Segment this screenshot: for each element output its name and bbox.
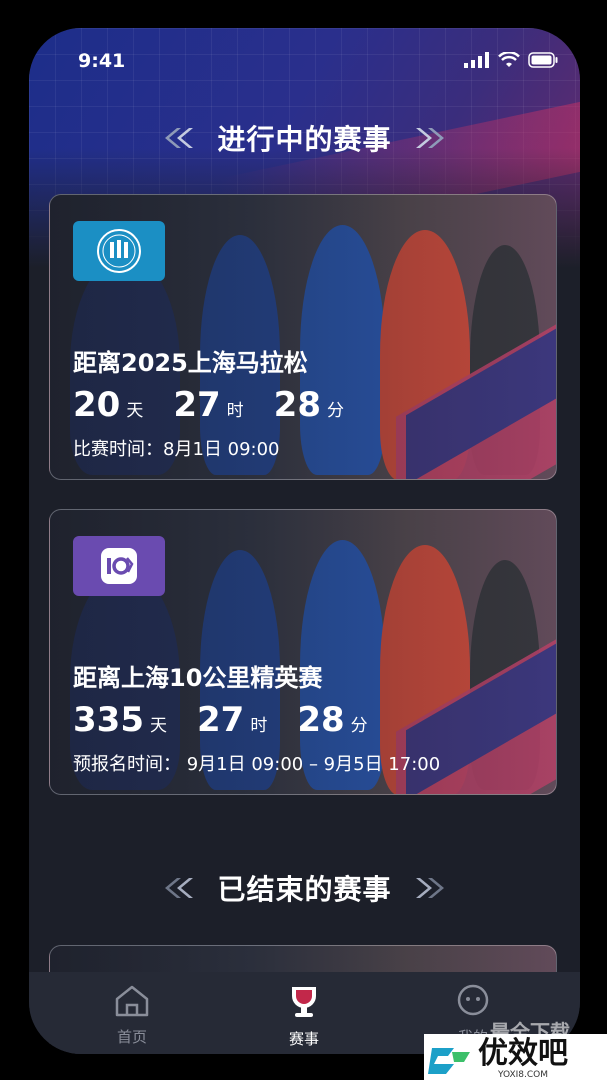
shanghai-marathon-logo: [73, 221, 165, 281]
ongoing-section-title: 进行中的赛事: [217, 123, 392, 156]
signal-icon: [464, 52, 489, 68]
shanghai-10k-logo: [73, 536, 165, 596]
watermark-text: 优效吧: [478, 1036, 568, 1071]
marathon-emblem-icon: [97, 229, 141, 273]
countdown-minutes-unit: 分: [350, 716, 368, 736]
trophy-icon: [292, 987, 316, 1017]
finished-section-header: 已结束的赛事: [29, 868, 580, 908]
watermark-sub: YOXI8.COM: [497, 1070, 549, 1080]
countdown-minutes-unit: 分: [326, 401, 344, 421]
double-chevron-right-icon: [415, 128, 444, 148]
phone-screen: 9:41 进行中的赛事 距离2025上海马拉松 20 天 27 时 28 分 比…: [29, 28, 580, 1054]
status-bar: 9:41: [29, 28, 580, 88]
countdown: 20 天 27 时 28 分: [73, 385, 374, 425]
countdown-days-unit: 天: [126, 401, 144, 421]
double-chevron-left-icon: [165, 878, 194, 898]
countdown-minutes: 28: [297, 700, 345, 740]
watermark: 优效吧 YOXI8.COM: [424, 1034, 607, 1080]
event-card-shanghai-marathon[interactable]: 距离2025上海马拉松 20 天 27 时 28 分 比赛时间：8月1日 09:…: [49, 194, 557, 480]
finished-section-title: 已结束的赛事: [217, 873, 392, 906]
event-card-shanghai-10k[interactable]: 距离上海10公里精英赛 335 天 27 时 28 分 预报名时间： 9月1日 …: [49, 509, 557, 795]
wifi-icon: [498, 52, 520, 67]
tab-home[interactable]: 首页: [87, 984, 177, 1047]
countdown-hours: 27: [173, 385, 221, 425]
countdown-days-unit: 天: [149, 716, 167, 736]
countdown-days: 335: [73, 700, 144, 740]
status-icons: [464, 52, 558, 68]
countdown: 335 天 27 时 28 分: [73, 700, 398, 740]
tab-events[interactable]: 赛事: [259, 984, 349, 1049]
double-chevron-left-icon: [165, 128, 194, 148]
countdown-days: 20: [73, 385, 121, 425]
card-title: 距离2025上海马拉松: [73, 349, 308, 377]
status-time: 9:41: [78, 50, 126, 72]
countdown-hours-unit: 时: [250, 716, 268, 736]
pre-registration-time: 预报名时间： 9月1日 09:00 – 9月5日 17:00: [73, 754, 441, 775]
tab-home-label: 首页: [116, 1028, 147, 1046]
10k-emblem-icon: [101, 548, 137, 584]
battery-icon: [528, 52, 558, 68]
event-time: 比赛时间：8月1日 09:00: [73, 439, 280, 460]
tab-events-label: 赛事: [288, 1030, 319, 1048]
double-chevron-right-icon: [415, 878, 444, 898]
ongoing-section-header: 进行中的赛事: [29, 118, 580, 158]
profile-icon: [457, 984, 489, 1016]
countdown-minutes: 28: [273, 385, 321, 425]
watermark-logo-icon: [428, 1048, 470, 1074]
card-title: 距离上海10公里精英赛: [73, 664, 323, 692]
countdown-hours: 27: [196, 700, 245, 740]
countdown-hours-unit: 时: [226, 401, 244, 421]
home-icon: [115, 985, 149, 1017]
